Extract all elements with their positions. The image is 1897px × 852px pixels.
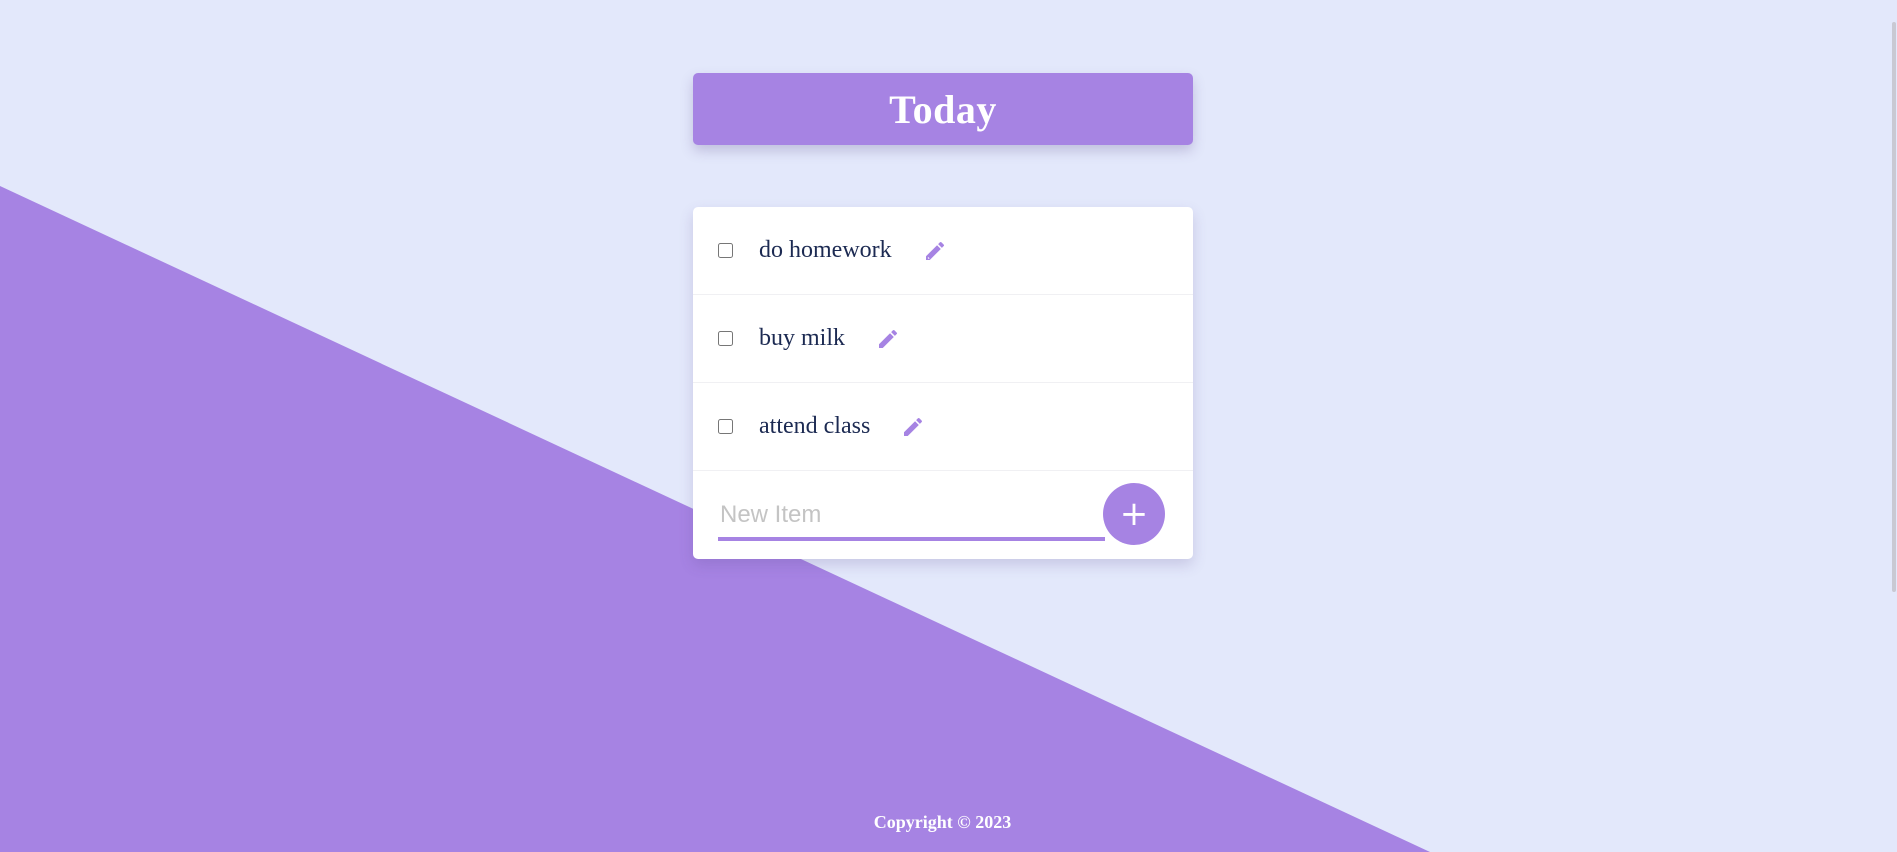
- todo-list-card: do homework buy milk attend class +: [693, 207, 1193, 559]
- new-item-input[interactable]: [718, 493, 1105, 541]
- item-checkbox[interactable]: [718, 243, 733, 258]
- list-item: attend class: [693, 383, 1193, 471]
- add-item-button[interactable]: +: [1103, 483, 1165, 545]
- pencil-icon[interactable]: [922, 238, 948, 264]
- item-checkbox[interactable]: [718, 419, 733, 434]
- footer-copyright: Copyright © 2023: [873, 812, 1012, 832]
- heading-banner: Today: [693, 73, 1193, 145]
- page-title: Today: [889, 86, 997, 132]
- item-checkbox[interactable]: [718, 331, 733, 346]
- item-label: attend class: [759, 413, 871, 439]
- new-item-form: +: [693, 471, 1193, 559]
- item-label: do homework: [759, 237, 892, 263]
- pencil-icon[interactable]: [900, 414, 926, 440]
- page-scrollbar[interactable]: [1891, 0, 1897, 852]
- item-label: buy milk: [759, 325, 846, 351]
- pencil-icon[interactable]: [875, 326, 901, 352]
- scrollbar-thumb[interactable]: [1892, 22, 1896, 592]
- list-item: buy milk: [693, 295, 1193, 383]
- list-item: do homework: [693, 207, 1193, 295]
